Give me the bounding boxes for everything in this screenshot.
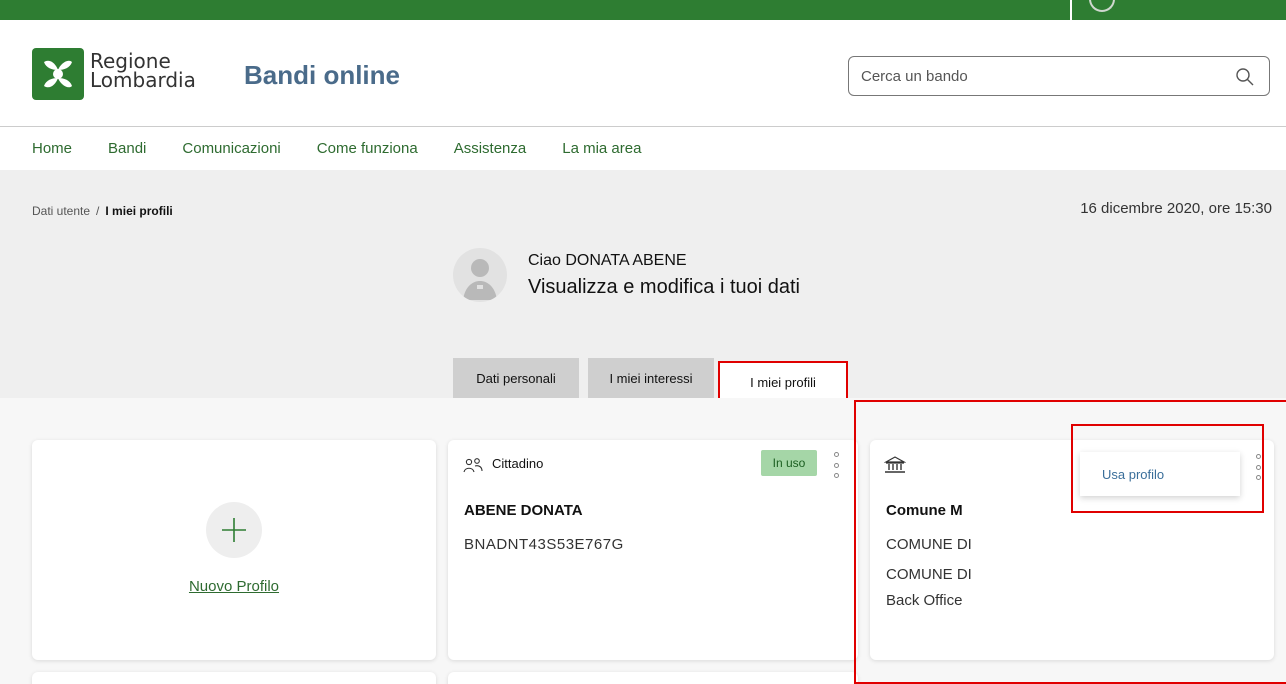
main-nav: Home Bandi Comunicazioni Come funziona A… [0,126,1286,170]
regione-lombardia-logo-icon[interactable] [32,48,84,100]
profile-type-label: Cittadino [492,456,544,471]
comune-profile-name: Comune M [886,502,963,519]
nav-bandi[interactable]: Bandi [108,140,146,157]
in-use-badge: In uso [761,450,817,476]
nav-assistenza[interactable]: Assistenza [454,140,527,157]
breadcrumb-parent[interactable]: Dati utente [32,204,90,218]
search-input[interactable] [861,65,1221,87]
search-icon[interactable] [1235,67,1255,87]
comune-entity-line: COMUNE DI M [886,536,976,553]
new-profile-link[interactable]: Nuovo Profilo [32,578,436,595]
breadcrumb-separator: / [96,204,100,218]
new-profile-card[interactable]: Nuovo Profilo [32,440,436,660]
use-profile-menu-item[interactable]: Usa profilo [1080,452,1240,496]
top-bar-separator [1070,0,1072,20]
profile-card-partial [448,672,858,684]
user-avatar [453,248,507,302]
logo-line-lombardia: Lombardia [90,68,196,92]
fiscal-code: BNADNT43S53E767G [464,536,624,553]
page-subtitle: Visualizza e modifica i tuoi dati [528,276,800,298]
institution-building-icon [884,456,906,473]
nav-home[interactable]: Home [32,140,72,157]
people-icon [463,458,483,473]
user-greeting: Ciao DONATA ABENE [528,252,687,269]
profile-card-partial [32,672,436,684]
profile-role: Back Office [886,592,963,609]
more-options-icon[interactable] [1254,454,1262,480]
plus-icon [222,518,246,542]
current-datetime: 16 dicembre 2020, ore 15:30 [1080,200,1272,217]
citizen-profile-card: Cittadino In uso ABENE DONATA BNADNT43S5… [448,440,858,660]
tab-miei-profili[interactable]: I miei profili [718,361,848,403]
search-box[interactable] [848,56,1270,96]
breadcrumb: Dati utente / I miei profili [32,204,173,218]
more-options-icon[interactable] [832,452,840,478]
user-silhouette-icon [463,259,497,300]
top-bar [0,0,1286,20]
tab-dati-personali[interactable]: Dati personali [453,358,579,398]
site-header: Regione Lombardia Bandi online [0,20,1286,126]
breadcrumb-current: I miei profili [105,204,173,218]
add-profile-button[interactable] [206,502,262,558]
nav-la-mia-area[interactable]: La mia area [562,140,641,157]
nav-come-funziona[interactable]: Come funziona [317,140,418,157]
user-avatar-icon[interactable] [1089,0,1115,12]
tab-miei-interessi[interactable]: I miei interessi [588,358,714,398]
comune-entity-line: COMUNE DI M [886,566,976,583]
site-title[interactable]: Bandi online [244,60,400,91]
nav-comunicazioni[interactable]: Comunicazioni [182,140,280,157]
profile-holder-name: ABENE DONATA [464,502,583,519]
logo-text: Regione Lombardia [90,51,196,92]
